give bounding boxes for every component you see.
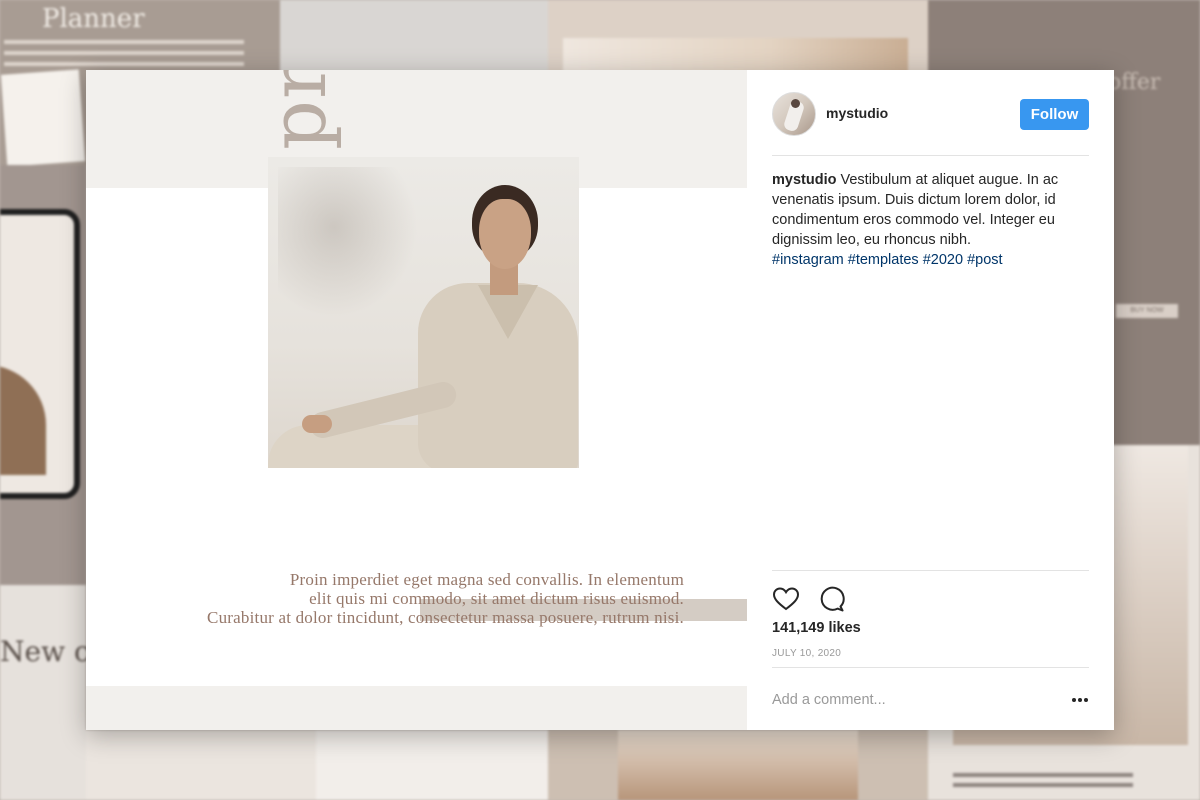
post-caption: mystudio Vestibulum at aliquet augue. In… bbox=[772, 170, 1089, 270]
bg-bottom-tile-2 bbox=[316, 730, 548, 800]
bg-phone-tile bbox=[0, 165, 86, 585]
heart-icon[interactable] bbox=[772, 585, 800, 613]
caption-hashtags[interactable]: #instagram #templates #2020 #post bbox=[772, 250, 1089, 270]
quote-line: elit quis mi commodo, sit amet dictum ri… bbox=[309, 589, 684, 608]
comment-row bbox=[772, 667, 1089, 730]
bg-paper-tile bbox=[0, 69, 86, 167]
caption-username[interactable]: mystudio bbox=[772, 172, 836, 188]
bg-planner-title: Planner bbox=[42, 4, 145, 34]
bg-new-collection-tile: New co bbox=[0, 585, 106, 800]
bg-buy-label: BUY NOW bbox=[1116, 304, 1178, 318]
avatar[interactable] bbox=[772, 92, 816, 136]
post-side-panel: mystudio Follow mystudio Vestibulum at a… bbox=[747, 70, 1114, 730]
follow-button[interactable]: Follow bbox=[1020, 99, 1089, 130]
bg-bottom-tile-1 bbox=[86, 730, 316, 800]
bg-bottom-tile-3 bbox=[548, 730, 928, 800]
comment-icon[interactable] bbox=[817, 585, 845, 613]
post-bottom-band bbox=[86, 686, 747, 730]
more-options-icon[interactable] bbox=[1070, 690, 1090, 710]
quote-line: Curabitur at dolor tincidunt, consectetu… bbox=[207, 608, 684, 627]
post-header: mystudio Follow bbox=[772, 92, 1089, 156]
likes-count[interactable]: 141,149 likes bbox=[772, 620, 861, 636]
post-vertical-title: profile bbox=[254, 70, 344, 150]
post-date: JULY 10, 2020 bbox=[772, 648, 842, 659]
model-photo bbox=[268, 157, 579, 468]
header-username[interactable]: mystudio bbox=[826, 105, 888, 121]
post-quote: Proin imperdiet eget magna sed convallis… bbox=[126, 570, 684, 627]
post-card: profile Proin imperdiet eget magna sed c… bbox=[86, 70, 1114, 730]
post-image[interactable]: profile Proin imperdiet eget magna sed c… bbox=[86, 70, 747, 730]
bg-offer-title: offer bbox=[1108, 70, 1161, 95]
quote-line: Proin imperdiet eget magna sed convallis… bbox=[289, 570, 684, 589]
bg-planner-lines bbox=[4, 40, 244, 73]
bg-phone-mockup bbox=[0, 209, 80, 499]
action-bar bbox=[772, 570, 1089, 612]
comment-input[interactable] bbox=[772, 686, 1052, 714]
